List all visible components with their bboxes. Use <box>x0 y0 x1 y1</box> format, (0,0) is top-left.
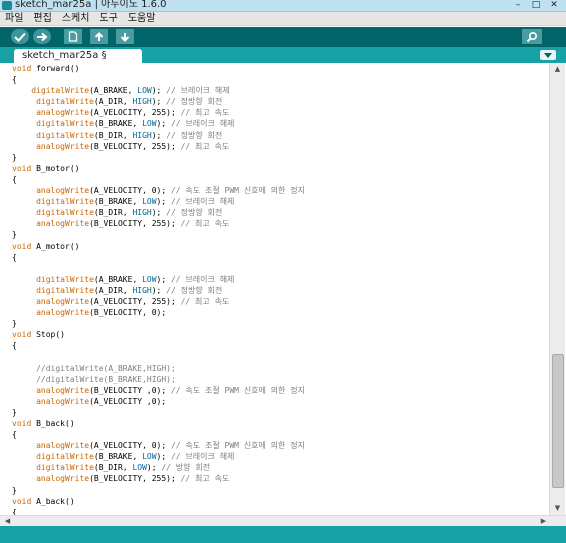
new-button[interactable] <box>64 29 82 44</box>
code-editor[interactable]: void forward() { digitalWrite(A_BRAKE, LO… <box>0 63 549 515</box>
arrow-down-icon <box>120 32 130 42</box>
menu-sketch[interactable]: 스케치 <box>62 12 90 26</box>
code-line: } <box>12 230 17 240</box>
code-line: analogWrite(B_VELOCITY, 255); // 최고 속도 <box>36 219 230 229</box>
code-line: //digitalWrite(A_BRAKE,HIGH); <box>36 363 176 373</box>
serial-monitor-button[interactable] <box>522 29 542 44</box>
code-line: analogWrite(A_VELOCITY, 255); // 최고 속도 <box>36 296 230 306</box>
code-line: { <box>12 75 17 85</box>
code-line: analogWrite(B_VELOCITY, 0); <box>36 308 167 318</box>
new-file-icon <box>68 31 78 42</box>
arrow-right-icon <box>37 32 48 41</box>
code-line: digitalWrite(A_BRAKE, LOW); // 브레이크 해제 <box>31 86 230 96</box>
code-line: analogWrite(B_VELOCITY, 255); // 최고 속도 <box>36 141 230 151</box>
code-line: //digitalWrite(B_BRAKE,HIGH); <box>36 374 176 384</box>
status-bar <box>0 526 566 543</box>
code-line: digitalWrite(B_BRAKE, LOW); // 브레이크 해제 <box>36 452 235 462</box>
code-line: analogWrite(A_VELOCITY ,0); <box>36 396 167 406</box>
code-line: void Stop() <box>12 330 65 340</box>
code-line: void B_back() <box>12 419 75 428</box>
scroll-down-arrow-icon[interactable]: ▼ <box>552 503 563 514</box>
checkmark-icon <box>14 32 26 42</box>
tab-menu-button[interactable] <box>540 50 556 60</box>
code-line: analogWrite(A_VELOCITY, 0); // 속도 조절 PWM… <box>36 186 305 196</box>
code-line: digitalWrite(B_BRAKE, LOW); // 브레이크 해제 <box>36 119 235 129</box>
maximize-button[interactable]: □ <box>528 0 544 10</box>
code-line: void forward() <box>12 64 80 73</box>
verify-button[interactable] <box>11 29 29 44</box>
save-button[interactable] <box>116 29 134 44</box>
tab-bar: sketch_mar25a § <box>0 47 566 63</box>
open-button[interactable] <box>90 29 108 44</box>
code-line: } <box>12 485 17 495</box>
code-line: { <box>12 430 17 440</box>
code-line: analogWrite(A_VELOCITY, 255); // 최고 속도 <box>36 108 230 118</box>
code-line: digitalWrite(A_DIR, HIGH); // 정방향 회전 <box>36 97 223 107</box>
code-line: digitalWrite(A_DIR, HIGH); // 정방향 회전 <box>36 285 223 295</box>
magnifier-icon <box>526 31 538 42</box>
code-text: void forward() { digitalWrite(A_BRAKE, LO… <box>12 63 305 515</box>
arduino-app-icon <box>2 1 12 10</box>
code-line: { <box>12 174 17 184</box>
triangle-down-icon <box>544 52 552 58</box>
code-line: void A_back() <box>12 496 75 506</box>
code-line: } <box>12 407 17 417</box>
menu-tools[interactable]: 도구 <box>99 12 117 26</box>
code-line: } <box>12 152 17 162</box>
code-line: } <box>12 319 17 329</box>
window-title: sketch_mar25a | 아두이노 1.6.0 <box>15 0 167 10</box>
code-line: { <box>12 252 17 262</box>
title-bar: sketch_mar25a | 아두이노 1.6.0 – □ ✕ <box>0 0 566 12</box>
toolbar <box>0 27 566 47</box>
code-line: digitalWrite(A_BRAKE, LOW); // 브레이크 해제 <box>36 274 235 284</box>
vertical-scrollbar[interactable]: ▲ ▼ <box>549 63 565 515</box>
window-controls: – □ ✕ <box>510 0 562 11</box>
code-line: analogWrite(B_VELOCITY ,0); // 속도 조절 PWM… <box>36 385 305 395</box>
menu-help[interactable]: 도움말 <box>128 12 156 26</box>
code-line: analogWrite(B_VELOCITY, 255); // 최고 속도 <box>36 474 230 484</box>
upload-button[interactable] <box>33 29 51 44</box>
menu-file[interactable]: 파일 <box>5 12 23 26</box>
code-line: digitalWrite(B_BRAKE, LOW); // 브레이크 해제 <box>36 197 235 207</box>
code-line: void A_motor() <box>12 241 80 251</box>
tab-sketch[interactable]: sketch_mar25a § <box>14 49 142 63</box>
code-line: { <box>12 507 17 515</box>
code-line: digitalWrite(B_DIR, HIGH); // 정방향 회전 <box>36 130 223 140</box>
close-button[interactable]: ✕ <box>546 0 562 10</box>
code-line: void B_motor() <box>12 163 80 173</box>
minimize-button[interactable]: – <box>510 0 526 10</box>
arrow-up-icon <box>94 31 104 41</box>
menu-bar: 파일 편집 스케치 도구 도움말 <box>0 12 566 26</box>
code-line: analogWrite(A_VELOCITY, 0); // 속도 조절 PWM… <box>36 441 305 451</box>
code-line: { <box>12 341 17 351</box>
code-line: digitalWrite(B_DIR, LOW); // 방향 회전 <box>36 463 211 473</box>
menu-edit[interactable]: 편집 <box>33 12 51 26</box>
vertical-scroll-thumb[interactable] <box>552 354 564 488</box>
code-line: digitalWrite(B_DIR, HIGH); // 정방향 회전 <box>36 208 223 218</box>
scroll-up-arrow-icon[interactable]: ▲ <box>552 64 563 75</box>
